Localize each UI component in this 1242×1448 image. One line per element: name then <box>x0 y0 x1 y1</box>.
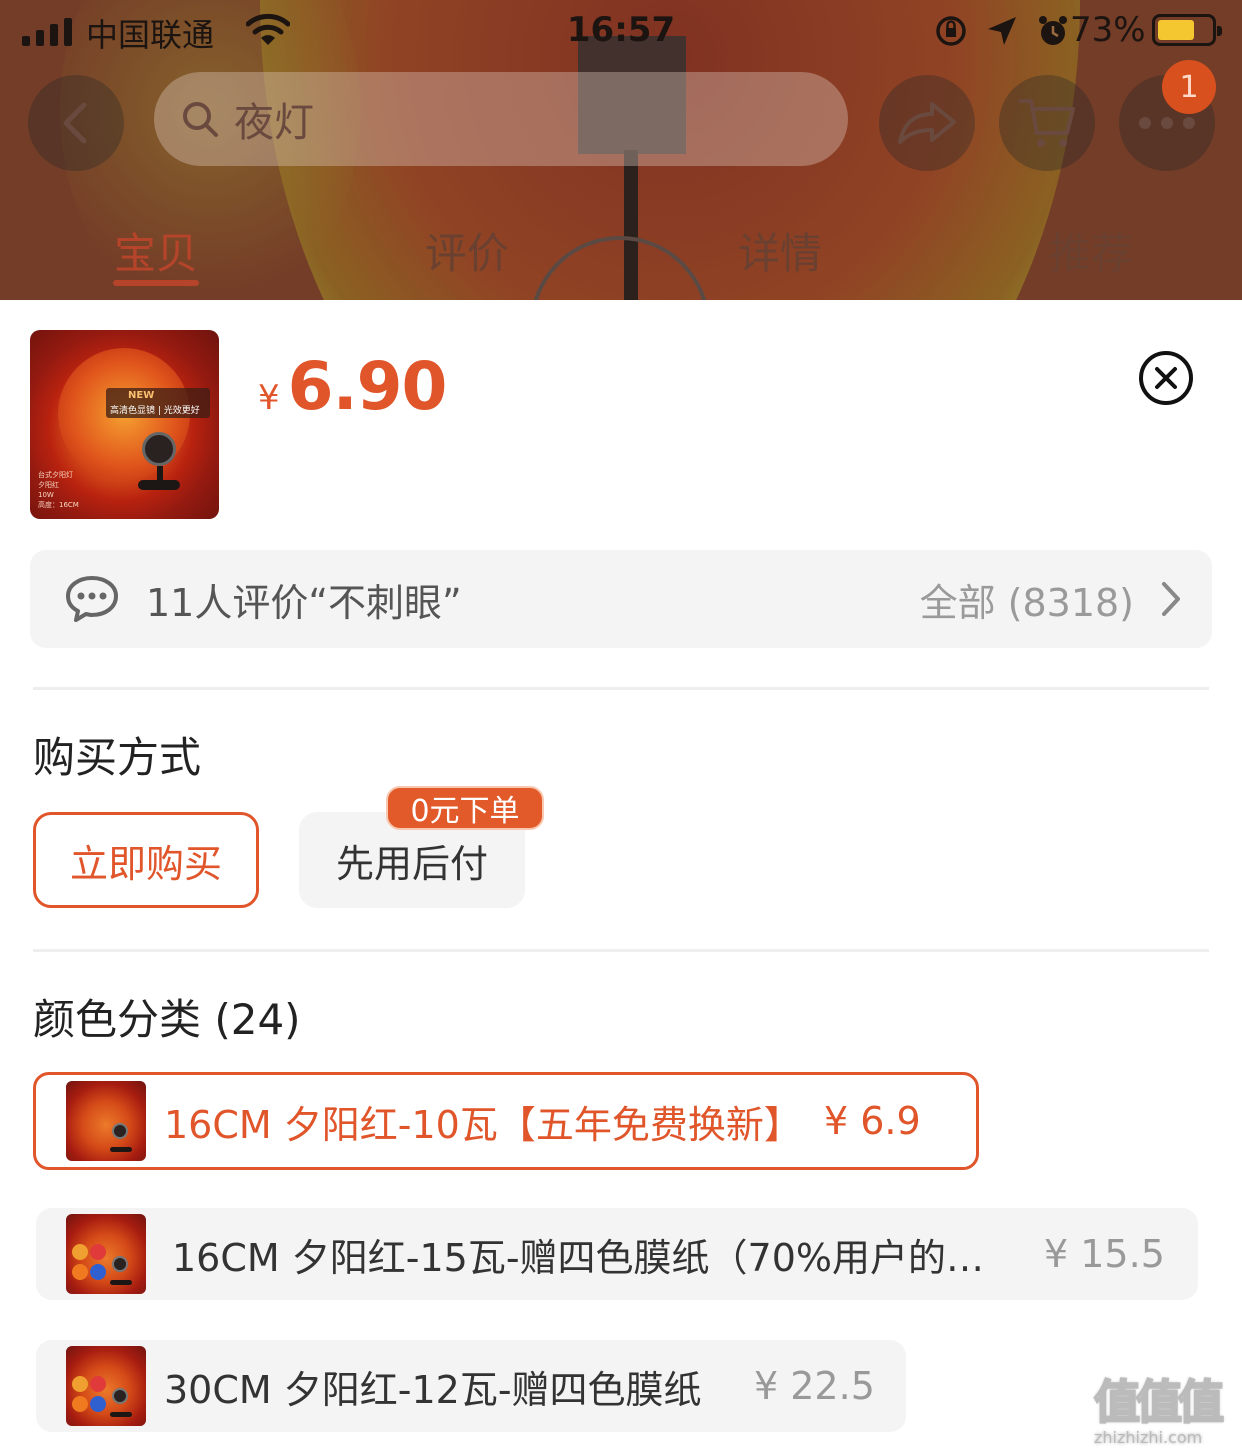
divider <box>33 949 1209 952</box>
sku-option[interactable]: 16CM 夕阳红-15瓦-赠四色膜纸（70%用户的… ¥ 15.5 <box>36 1208 1198 1300</box>
search-icon <box>183 102 218 137</box>
sku-thumbnail-dot <box>90 1264 106 1280</box>
thumbnail-lamp-base <box>138 480 180 490</box>
color-category-title: 颜色分类 (24) <box>33 995 301 1044</box>
sku-selection-sheet: NEW 高清色显镜 | 光效更好 台式夕阳灯 夕阳红 10W 高度：16CM ¥… <box>0 300 1242 1448</box>
product-tabs: 宝贝 评价 详情 推荐 <box>0 214 1242 294</box>
sku-thumbnail-dot <box>72 1396 88 1412</box>
close-icon[interactable] <box>1138 350 1194 406</box>
sku-thumbnail-base <box>110 1147 132 1152</box>
product-page-backdrop: 中国联通 16:57 73% 夜灯 1 宝贝 评价 详情 推荐 <box>0 0 1242 300</box>
product-price: ¥ 6.90 <box>258 348 448 425</box>
more-dots-icon <box>1139 117 1195 129</box>
sku-thumbnail-dot <box>90 1376 106 1392</box>
cart-count-badge: 1 <box>1162 60 1216 114</box>
watermark-logo: 值值值 <box>1093 1374 1225 1430</box>
search-input[interactable]: 夜灯 <box>234 90 314 148</box>
tab-reviews[interactable]: 评价 <box>387 220 547 281</box>
sku-thumbnail-dot <box>90 1396 106 1412</box>
back-button[interactable] <box>28 75 124 171</box>
share-button[interactable] <box>879 75 975 171</box>
top-navigation: 夜灯 <box>0 72 1242 172</box>
location-arrow-icon <box>988 17 1016 45</box>
thumbnail-lamp <box>142 432 176 466</box>
cart-button[interactable] <box>999 75 1095 171</box>
sku-price: ¥ 6.9 <box>824 1099 921 1143</box>
sku-thumbnail <box>66 1346 146 1426</box>
divider <box>33 687 1209 690</box>
share-icon <box>898 102 956 144</box>
sku-option[interactable]: 30CM 夕阳红-12瓦-赠四色膜纸 ¥ 22.5 <box>36 1340 906 1432</box>
tab-recommend[interactable]: 推荐 <box>1011 220 1171 281</box>
sku-thumbnail-lamp <box>112 1123 128 1139</box>
thumbnail-spec-line: 10W <box>38 491 54 499</box>
thumbnail-spec-line: 台式夕阳灯 <box>38 471 73 479</box>
sku-label: 16CM 夕阳红-10瓦【五年免费换新】 <box>164 1102 802 1147</box>
sku-label: 16CM 夕阳红-15瓦-赠四色膜纸（70%用户的… <box>172 1235 984 1280</box>
price-value: 6.90 <box>287 348 448 425</box>
orientation-lock-icon <box>936 16 966 46</box>
sku-thumbnail <box>66 1081 146 1161</box>
thumbnail-new-tag: NEW 高清色显镜 | 光效更好 <box>106 388 210 418</box>
thumbnail-new-badge: NEW <box>128 390 155 401</box>
status-indicators <box>934 14 1070 48</box>
site-watermark: 值值值 zhizhizhi.com <box>1093 1366 1234 1447</box>
sku-price: ¥ 15.5 <box>1044 1232 1165 1276</box>
sku-thumbnail-lamp <box>112 1388 128 1404</box>
battery-percent: 73% <box>1070 10 1146 50</box>
sku-option[interactable]: 16CM 夕阳红-10瓦【五年免费换新】 ¥ 6.9 <box>33 1072 979 1170</box>
sku-label: 30CM 夕阳红-12瓦-赠四色膜纸 <box>164 1367 702 1412</box>
status-bar: 中国联通 16:57 73% <box>0 0 1242 64</box>
purchase-method-title: 购买方式 <box>33 733 202 782</box>
sku-thumbnail-base <box>110 1280 132 1285</box>
alarm-icon <box>1039 16 1067 45</box>
sku-thumbnail <box>66 1214 146 1294</box>
sku-thumbnail-dot <box>72 1376 88 1392</box>
sku-thumbnail-dot <box>90 1244 106 1260</box>
buy-now-option[interactable]: 立即购买 <box>33 812 259 908</box>
product-thumbnail[interactable]: NEW 高清色显镜 | 光效更好 台式夕阳灯 夕阳红 10W 高度：16CM <box>30 330 219 519</box>
review-highlight: 11人评价“不刺眼” <box>146 580 462 625</box>
sku-price: ¥ 22.5 <box>754 1364 875 1408</box>
thumbnail-tagline: 高清色显镜 | 光效更好 <box>110 406 200 416</box>
promo-badge: 0元下单 <box>386 786 544 830</box>
battery-icon <box>1152 14 1222 46</box>
active-tab-indicator <box>113 280 199 286</box>
sku-thumbnail-dot <box>72 1264 88 1280</box>
sku-thumbnail-base <box>110 1412 132 1417</box>
chevron-right-icon <box>1162 582 1180 616</box>
tab-item[interactable]: 宝贝 <box>76 220 236 281</box>
sku-thumbnail-dot <box>72 1244 88 1260</box>
thumbnail-spec-line: 夕阳红 <box>38 481 59 489</box>
thumbnail-spec-line: 高度：16CM <box>38 501 79 509</box>
tab-details[interactable]: 详情 <box>700 220 860 281</box>
currency-symbol: ¥ <box>258 378 280 418</box>
review-summary-bar[interactable]: 11人评价“不刺眼” 全部 (8318) <box>30 550 1212 648</box>
cart-icon <box>1019 99 1075 147</box>
chevron-left-icon <box>63 102 87 144</box>
thumbnail-spec: 台式夕阳灯 夕阳红 10W 高度：16CM <box>38 470 79 510</box>
search-bar[interactable]: 夜灯 <box>154 72 848 166</box>
chat-bubble-icon <box>66 576 118 622</box>
sku-thumbnail-lamp <box>112 1256 128 1272</box>
review-all-count: 全部 (8318) <box>919 580 1134 625</box>
